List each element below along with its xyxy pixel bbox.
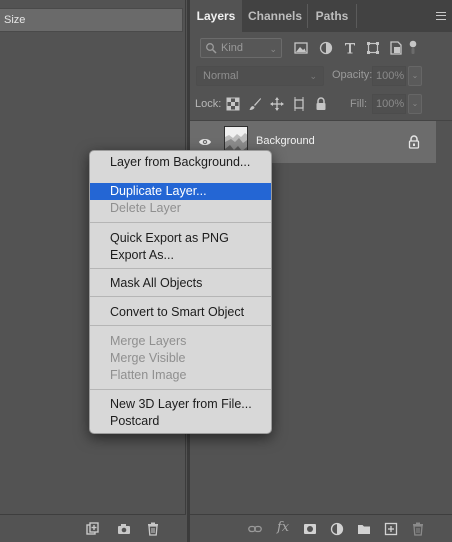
trash-icon[interactable] bbox=[146, 522, 160, 536]
size-row[interactable]: Size bbox=[0, 8, 183, 32]
camera-icon[interactable] bbox=[117, 522, 131, 536]
smart-object-filter-icon[interactable] bbox=[388, 40, 404, 56]
opacity-dropdown-icon[interactable]: ⌄ bbox=[408, 66, 422, 86]
blend-mode-select[interactable]: Normal ⌄ bbox=[196, 66, 324, 86]
size-label: Size bbox=[4, 14, 26, 26]
opacity-input[interactable]: 100% bbox=[372, 66, 406, 86]
menu-separator bbox=[90, 222, 271, 223]
tab-separator bbox=[356, 4, 357, 28]
menu-item-new-3d-layer-from-file[interactable]: New 3D Layer from File... bbox=[90, 396, 271, 413]
filter-row: Kind ⌄ bbox=[194, 38, 448, 60]
chevron-down-icon: ⌄ bbox=[269, 44, 277, 54]
add-stack-icon[interactable] bbox=[85, 522, 99, 536]
layer-name: Background bbox=[256, 135, 315, 147]
search-icon bbox=[206, 43, 217, 54]
kind-label: Kind bbox=[221, 42, 244, 54]
blend-row: Normal ⌄ Opacity: 100% ⌄ bbox=[194, 66, 448, 88]
kind-filter-select[interactable]: Kind ⌄ bbox=[200, 38, 282, 58]
left-panel-footer bbox=[0, 514, 186, 542]
filter-toggle-icon[interactable] bbox=[408, 40, 418, 56]
type-layer-filter-icon[interactable] bbox=[342, 40, 358, 56]
lock-transparent-pixels-icon[interactable] bbox=[226, 97, 240, 111]
eye-visibility-icon[interactable] bbox=[198, 136, 212, 148]
tab-paths[interactable]: Paths bbox=[308, 0, 356, 32]
new-layer-icon[interactable] bbox=[384, 522, 398, 536]
menu-separator bbox=[90, 296, 271, 297]
panel-menu-icon[interactable] bbox=[436, 12, 446, 20]
fill-dropdown-icon[interactable]: ⌄ bbox=[408, 94, 422, 114]
menu-separator bbox=[90, 268, 271, 269]
lock-position-icon[interactable] bbox=[270, 97, 284, 111]
tab-channels[interactable]: Channels bbox=[243, 0, 307, 32]
layers-panel-footer: fx bbox=[190, 514, 452, 542]
menu-item-flatten-image: Flatten Image bbox=[110, 368, 187, 382]
lock-row: Lock: Fill: 100% ⌄ bbox=[194, 94, 448, 116]
lock-artboard-icon[interactable] bbox=[292, 97, 306, 111]
shape-layer-filter-icon[interactable] bbox=[365, 40, 381, 56]
menu-separator bbox=[90, 325, 271, 326]
menu-separator bbox=[90, 389, 271, 390]
menu-item-export-as[interactable]: Export As... bbox=[90, 247, 271, 264]
menu-item-merge-visible: Merge Visible bbox=[110, 351, 186, 365]
pixel-layer-filter-icon[interactable] bbox=[293, 40, 309, 56]
fill-label: Fill: bbox=[350, 98, 368, 110]
layer-context-menu: Layer from Background... Duplicate Layer… bbox=[89, 150, 272, 434]
menu-item-delete-layer: Delete Layer bbox=[110, 201, 181, 215]
tab-layers[interactable]: Layers bbox=[190, 0, 242, 32]
trash-icon[interactable] bbox=[411, 522, 425, 536]
fill-input[interactable]: 100% bbox=[372, 94, 406, 114]
link-layers-icon[interactable] bbox=[248, 522, 262, 536]
group-folder-icon[interactable] bbox=[357, 522, 371, 536]
menu-item-quick-export-png[interactable]: Quick Export as PNG bbox=[90, 230, 271, 247]
fx-icon[interactable]: fx bbox=[277, 520, 289, 535]
menu-item-layer-from-background[interactable]: Layer from Background... bbox=[90, 154, 271, 171]
lock-all-icon[interactable] bbox=[314, 97, 328, 111]
panel-tabbar: Layers Channels Paths bbox=[190, 0, 452, 32]
menu-item-postcard[interactable]: Postcard bbox=[90, 413, 271, 430]
adjustment-layer-filter-icon[interactable] bbox=[318, 40, 334, 56]
menu-item-convert-to-smart-object[interactable]: Convert to Smart Object bbox=[90, 304, 271, 321]
add-mask-icon[interactable] bbox=[303, 522, 317, 536]
lock-image-pixels-icon[interactable] bbox=[248, 97, 262, 111]
menu-item-duplicate-layer[interactable]: Duplicate Layer... bbox=[90, 183, 271, 200]
lock-icon bbox=[408, 135, 420, 149]
menu-item-mask-all-objects[interactable]: Mask All Objects bbox=[90, 275, 271, 292]
blend-mode-value: Normal bbox=[203, 70, 239, 82]
menu-item-merge-layers: Merge Layers bbox=[110, 334, 187, 348]
lock-label: Lock: bbox=[195, 98, 222, 110]
opacity-label: Opacity: bbox=[332, 69, 373, 81]
chevron-down-icon: ⌄ bbox=[309, 71, 317, 81]
adjustment-layer-icon[interactable] bbox=[330, 522, 344, 536]
